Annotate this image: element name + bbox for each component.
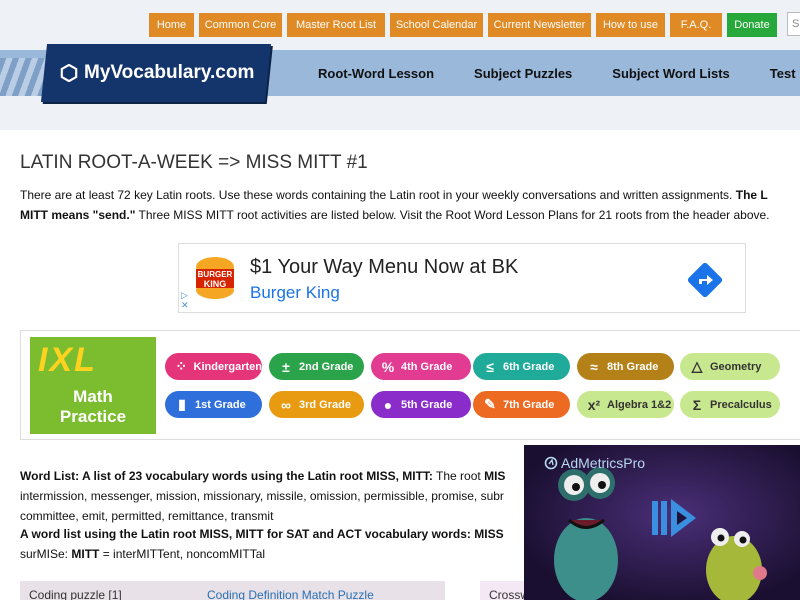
grade-label: 3rd Grade [299,398,351,411]
bk-logo-bottom: KING [204,279,227,289]
word-list-line3: committee, emit, permitted, remittance, … [20,509,274,523]
ixl-ad[interactable]: IXL Math Practice ⁘ Kindergarten ±2nd Grade… [20,330,800,440]
sat-heading-text: A word list using the Latin root MISS, M… [20,527,504,541]
sat-words: = interMITTent, noncomMITTal [102,547,266,561]
grade-label: Algebra 1&2 [607,398,672,411]
video-brand: AdMetricsPro [544,455,645,471]
grade-label: Precalculus [710,398,772,411]
grade-icon: ≈ [590,358,598,375]
sat-word-list-heading: A word list using the Latin root MISS, M… [20,526,504,542]
intro-meaning: MITT means "send." [20,208,136,222]
sat-word-list-line: surMISe: MITT = interMITTent, noncomMITT… [20,546,265,562]
grade-icon: ± [282,358,290,375]
intro-paragraph-line1: There are at least 72 key Latin roots. U… [20,187,768,203]
grade-icon: x² [587,396,601,413]
ixl-subtitle: Math Practice [30,387,156,427]
grade-pill-4th-grade[interactable]: % 4th Grade [371,353,471,380]
grade-pill-kindergarten[interactable]: ⁘ Kindergarten [165,353,262,380]
grade-pill-algebra-1-2[interactable]: x² Algebra 1&2 [577,391,674,418]
grade-pill-precalculus[interactable]: Σ Precalculus [680,391,780,418]
main-nav-subject-word-lists[interactable]: Subject Word Lists [612,66,730,81]
logo[interactable]: MyVocabulary.com [60,55,254,91]
page-title: LATIN ROOT-A-WEEK => MISS MITT #1 [20,152,368,173]
grade-label: Kindergarten [193,360,262,373]
top-nav-school-calendar[interactable]: School Calendar [390,13,483,37]
grade-icon: ✎ [484,396,496,412]
intro-bold: The L [735,188,768,202]
grade-pill-3rd-grade[interactable]: ∞ 3rd Grade [269,391,364,418]
top-nav-how-to-use[interactable]: How to use [596,13,665,37]
coding-puzzle-panel: Coding puzzle [1] Coding Definition Matc… [20,581,445,600]
sat-prefix: surMISe: [20,547,69,561]
top-nav: Home Common Core Master Root List School Ca… [149,13,777,37]
grade-label: 5th Grade [401,398,453,411]
grade-label: 1st Grade [195,398,246,411]
ixl-sub-line1: Math [73,387,113,406]
ad-brand: Burger King [250,283,340,302]
directions-arrow-icon[interactable] [687,262,723,298]
intro-text-2: Three MISS MITT root activities are list… [138,208,770,222]
coding-puzzle-label: Coding puzzle [1] [29,588,122,600]
grade-label: 8th Grade [607,360,659,373]
burger-king-logo: BURGER KING [196,257,234,299]
grade-pill-5th-grade[interactable]: ● 5th Grade [371,391,471,418]
grade-icon: △ [691,358,703,374]
sat-root: MITT [71,547,100,561]
grade-label: Geometry [710,360,762,373]
top-nav-home[interactable]: Home [149,13,194,37]
word-list-root: MIS [484,469,506,483]
coding-definition-link[interactable]: Coding Definition Match Puzzle [207,588,374,600]
search-input[interactable]: S [787,12,800,36]
page: Home Common Core Master Root List School Ca… [0,0,800,600]
grade-pill-2nd-grade[interactable]: ±2nd Grade [269,353,364,380]
main-nav: Root-Word Lesson Subject Puzzles Subject W… [318,50,800,96]
ixl-logo: IXL [38,341,97,379]
intro-text: There are at least 72 key Latin roots. U… [20,188,733,202]
top-nav-common-core[interactable]: Common Core [199,13,282,37]
ixl-sub-line2: Practice [59,407,127,426]
main-nav-subject-puzzles[interactable]: Subject Puzzles [474,66,572,81]
grade-label: 4th Grade [401,360,453,373]
intro-paragraph-line2: MITT means "send." Three MISS MITT root … [20,207,770,223]
word-list-heading: Word List: A list of 23 vocabulary words… [20,469,433,483]
grade-pill-8th-grade[interactable]: ≈8th Grade [577,353,674,380]
grade-pill-1st-grade[interactable]: ▮ 1st Grade [165,391,262,418]
video-ad-overlay[interactable]: AdMetricsPro [524,445,800,600]
grade-label: 2nd Grade [299,360,354,373]
ad-headline: $1 Your Way Menu Now at BK [250,256,519,278]
grade-icon: ▮ [178,396,186,412]
grade-icon: ∞ [281,396,291,413]
adchoices-icon[interactable]: ▷ ✕ [181,290,189,310]
hexagon-icon [60,64,78,82]
grade-icon: ⁘ [175,358,188,374]
word-list-intro: The root [436,469,481,483]
top-nav-master-root-list[interactable]: Master Root List [287,13,385,37]
grade-pill-7th-grade[interactable]: ✎ 7th Grade [473,391,570,418]
top-nav-donate[interactable]: Donate [727,13,777,37]
grade-icon: ● [383,396,393,413]
bk-logo-top: BURGER [198,270,233,279]
word-list-line2: intermission, messenger, mission, missio… [20,489,504,503]
grade-pill-6th-grade[interactable]: ≤6th Grade [473,353,570,380]
top-nav-current-newsletter[interactable]: Current Newsletter [488,13,591,37]
burger-king-ad[interactable]: BURGER KING $1 Your Way Menu Now at BK B… [178,243,746,313]
ixl-brand-panel[interactable]: IXL Math Practice [30,337,156,434]
site-header: Home Common Core Master Root List School Ca… [0,0,800,130]
grade-label: 7th Grade [503,398,555,411]
video-brand-text: AdMetricsPro [561,455,646,471]
grade-icon: Σ [692,396,702,413]
main-nav-test-pre[interactable]: Test Pre [770,66,800,81]
word-list-line1: Word List: A list of 23 vocabulary words… [20,468,505,484]
logo-text: MyVocabulary.com [84,62,255,83]
grade-label: 6th Grade [503,360,555,373]
admetrics-logo-icon [544,456,558,470]
grade-pill-geometry[interactable]: △ Geometry [680,353,780,380]
grade-icon: % [381,358,395,375]
grade-icon: ≤ [486,358,494,375]
top-nav-f-a-q[interactable]: F.A.Q. [670,13,722,37]
main-nav-root-word-lesson[interactable]: Root-Word Lesson [318,66,434,81]
